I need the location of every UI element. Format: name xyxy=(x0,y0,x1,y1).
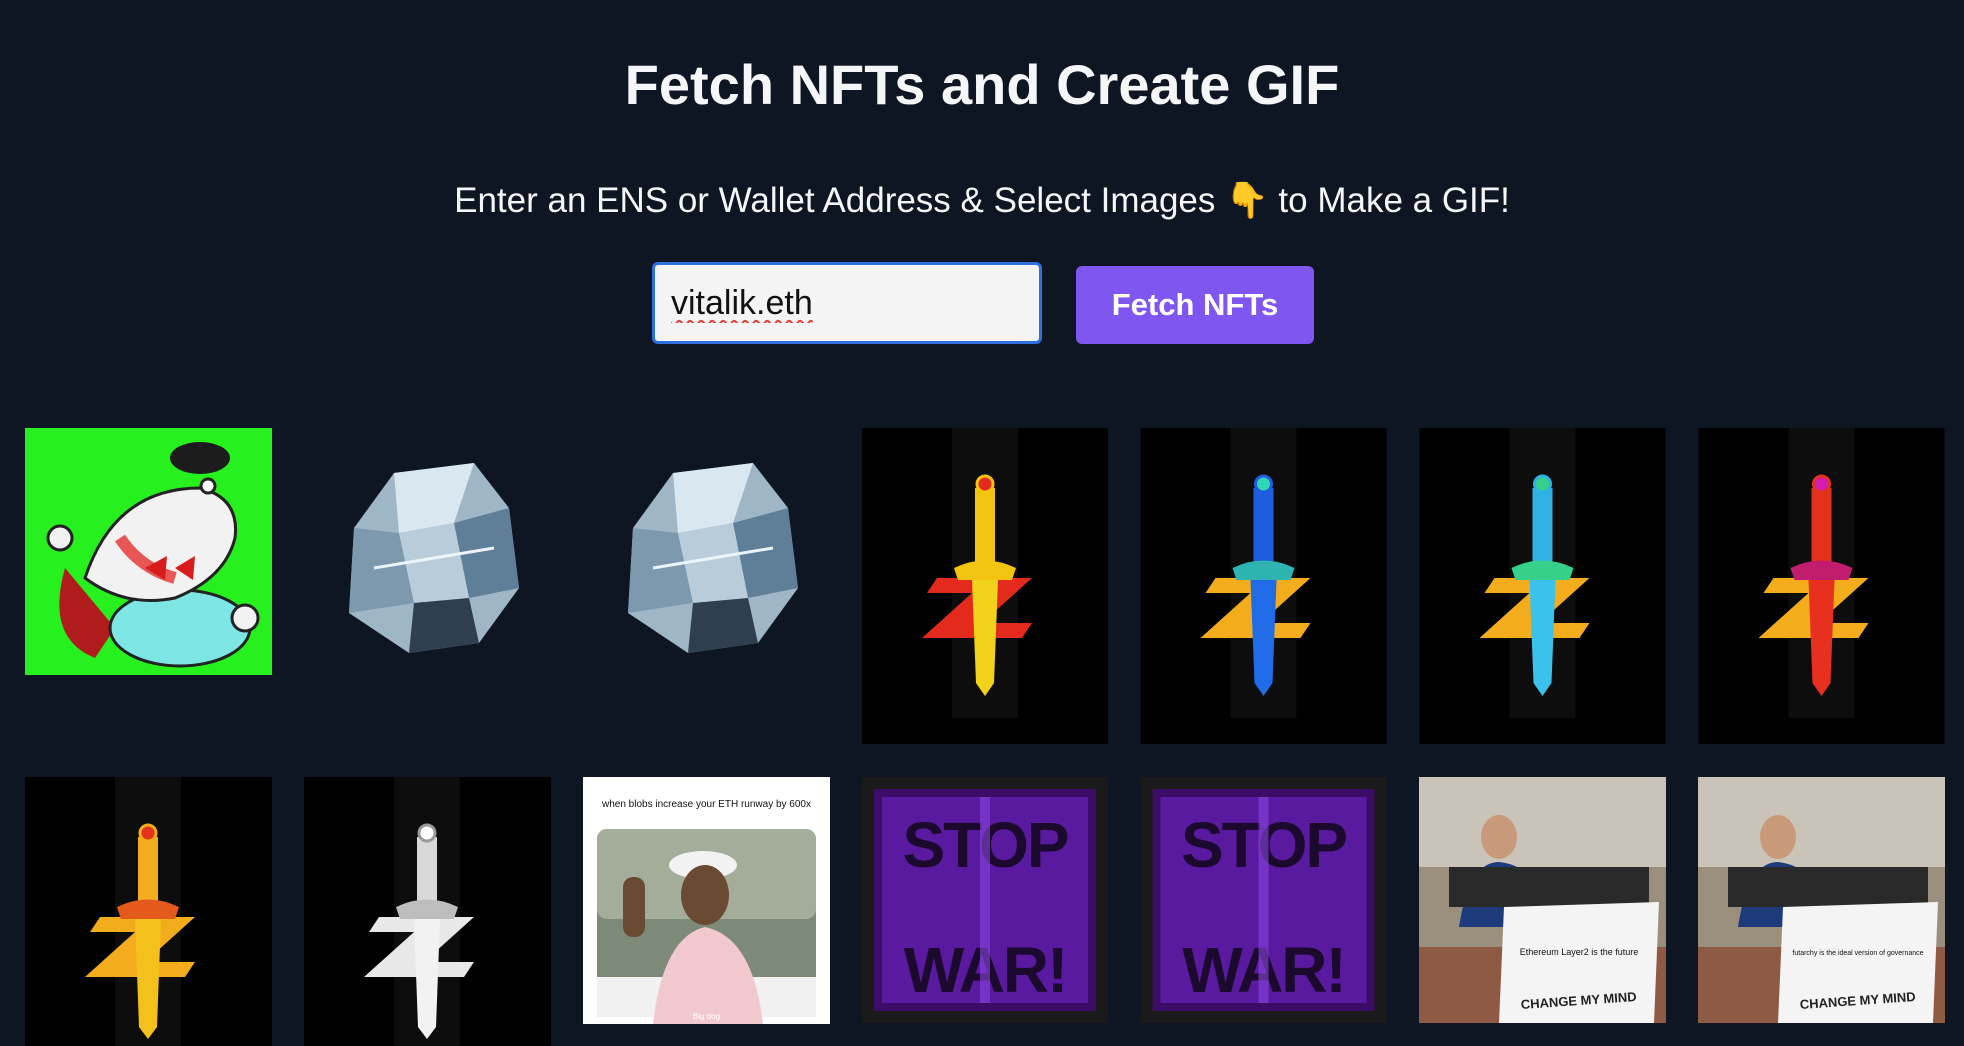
nft-tile-sword-blue[interactable] xyxy=(1140,428,1387,744)
stop-war-image: STOP WAR! xyxy=(862,777,1108,1023)
sign-text: futarchy is the ideal version of governa… xyxy=(1792,950,1923,957)
meme-image: when blobs increase your ETH runway by 6… xyxy=(583,777,830,1024)
sword-icon xyxy=(1698,428,1945,744)
nft-tile-sword-red[interactable] xyxy=(1698,428,1945,744)
sword-icon xyxy=(1419,428,1666,744)
nft-tile-sword-yellow[interactable] xyxy=(862,428,1108,744)
meme-footer: Big dog xyxy=(693,1012,720,1021)
page: Fetch NFTs and Create GIF Enter an ENS o… xyxy=(0,0,1964,1046)
sword-icon xyxy=(1140,428,1387,744)
nft-tile-stop-war-2[interactable]: STOP WAR! xyxy=(1140,777,1387,1023)
sword-icon xyxy=(304,777,551,1046)
nft-tile-sword-cyan[interactable] xyxy=(1419,428,1666,744)
nft-tile-change-my-mind-1[interactable]: Ethereum Layer2 is the future CHANGE MY … xyxy=(1419,777,1666,1023)
change-my-mind-image: futarchy is the ideal version of governa… xyxy=(1698,777,1945,1023)
nft-tile-crystal-1[interactable] xyxy=(304,428,551,675)
fetch-nfts-button[interactable]: Fetch NFTs xyxy=(1076,266,1314,344)
nft-tile-stop-war-1[interactable]: STOP WAR! xyxy=(862,777,1108,1023)
meme-caption: when blobs increase your ETH runway by 6… xyxy=(601,799,811,810)
nft-tile-fish-character[interactable] xyxy=(25,428,272,675)
stop-war-image: STOP WAR! xyxy=(1140,777,1387,1023)
sword-icon xyxy=(862,428,1108,744)
sword-icon xyxy=(25,777,272,1046)
nft-tile-meme-tiger[interactable]: when blobs increase your ETH runway by 6… xyxy=(583,777,830,1024)
nft-tile-change-my-mind-2[interactable]: futarchy is the ideal version of governa… xyxy=(1698,777,1945,1023)
sign-text: Ethereum Layer2 is the future xyxy=(1520,947,1639,957)
fish-character-image xyxy=(25,428,272,675)
address-input[interactable] xyxy=(652,262,1042,344)
instructions-text: Enter an ENS or Wallet Address & Select … xyxy=(454,181,1510,220)
change-my-mind-image: Ethereum Layer2 is the future CHANGE MY … xyxy=(1419,777,1666,1023)
crystal-image xyxy=(304,428,551,675)
nft-tile-sword-orange[interactable] xyxy=(25,777,272,1046)
page-title: Fetch NFTs and Create GIF xyxy=(624,53,1340,116)
crystal-image xyxy=(583,428,830,675)
nft-tile-crystal-2[interactable] xyxy=(583,428,830,675)
nft-tile-sword-white[interactable] xyxy=(304,777,551,1046)
